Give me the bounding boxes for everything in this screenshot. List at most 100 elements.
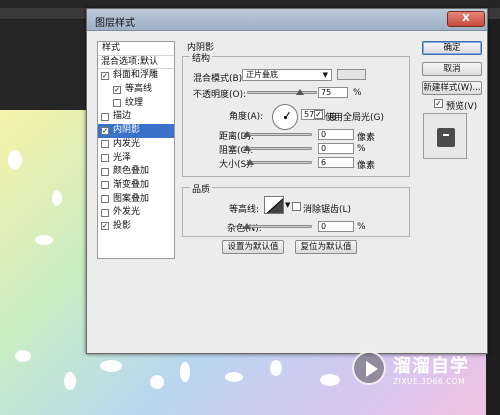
style-list-item[interactable]: 渐变叠加	[98, 179, 174, 193]
style-list-item[interactable]: ✓ 等高线	[98, 83, 174, 97]
opacity-label: 不透明度(O):	[193, 90, 247, 100]
layer-style-dialog: 图层样式 X 样式 混合选项:默认 ✓ 斜面和浮雕 ✓ 等高线 纹理 描边 ✓ 内阴影 内发光 光泽…	[86, 8, 488, 354]
contour-curve-icon	[266, 198, 283, 213]
angle-label: 角度(A):	[229, 112, 264, 122]
chevron-down-icon: ▼	[322, 71, 328, 79]
preview-highlight	[443, 134, 449, 136]
style-list-item[interactable]: ✓ 投影	[98, 220, 174, 234]
distance-slider-thumb[interactable]	[243, 131, 251, 137]
artwork-blob	[150, 375, 164, 389]
style-checkbox[interactable]	[101, 181, 109, 190]
style-list-item[interactable]: ✓ 斜面和浮雕	[98, 69, 174, 83]
style-list-label: 内发光	[113, 138, 141, 149]
style-list-label: 等高线	[125, 84, 153, 95]
noise-slider[interactable]	[247, 225, 312, 228]
preview-checkbox[interactable]: ✓	[434, 99, 443, 108]
style-checkbox[interactable]	[113, 99, 121, 108]
contour-label: 等高线:	[229, 205, 260, 215]
size-input[interactable]: 6	[318, 157, 354, 168]
ok-button[interactable]: 确定	[422, 41, 482, 55]
style-list-item[interactable]: 图案叠加	[98, 193, 174, 207]
style-checkbox[interactable]	[101, 112, 109, 121]
opacity-slider[interactable]	[247, 91, 317, 94]
reset-default-button[interactable]: 复位为默认值	[295, 240, 357, 254]
choke-input[interactable]: 0	[318, 143, 354, 154]
artwork-blob	[35, 235, 53, 245]
close-button[interactable]: X	[447, 11, 485, 27]
style-list-item[interactable]: 混合选项:默认	[98, 56, 174, 70]
artwork-blob	[64, 372, 76, 390]
style-checkbox[interactable]: ✓	[113, 85, 121, 94]
choke-slider[interactable]	[247, 147, 312, 150]
style-list-label: 外发光	[113, 207, 141, 218]
style-checkbox[interactable]	[101, 195, 109, 204]
noise-input[interactable]: 0	[318, 221, 354, 232]
noise-unit: %	[357, 222, 366, 232]
style-checkbox[interactable]	[101, 167, 109, 176]
style-list-item[interactable]: 颜色叠加	[98, 165, 174, 179]
style-checkbox[interactable]: ✓	[101, 126, 109, 135]
opacity-input[interactable]: 75	[318, 87, 348, 98]
cancel-button[interactable]: 取消	[422, 62, 482, 76]
new-style-button[interactable]: 新建样式(W)...	[422, 81, 482, 95]
style-list: 样式 混合选项:默认 ✓ 斜面和浮雕 ✓ 等高线 纹理 描边 ✓ 内阴影 内发光 光泽 颜色叠加 渐变叠…	[97, 41, 175, 259]
chevron-down-icon[interactable]: ▼	[285, 201, 290, 209]
quality-group	[182, 187, 410, 237]
style-list-item[interactable]: 光泽	[98, 152, 174, 166]
opacity-slider-thumb[interactable]	[295, 89, 304, 95]
style-list-item[interactable]: 描边	[98, 110, 174, 124]
global-light-checkbox[interactable]: ✓	[314, 110, 323, 119]
quality-title: 品质	[190, 182, 213, 195]
opacity-unit: %	[353, 88, 362, 98]
size-slider-thumb[interactable]	[246, 159, 254, 165]
distance-input[interactable]: 0	[318, 129, 354, 140]
style-list-item[interactable]: 内发光	[98, 138, 174, 152]
style-list-item[interactable]: 外发光	[98, 206, 174, 220]
artwork-blob	[100, 360, 122, 372]
scrollbar-track[interactable]	[486, 20, 500, 415]
antialias-checkbox[interactable]	[292, 202, 301, 211]
style-checkbox[interactable]	[101, 208, 109, 217]
make-default-button[interactable]: 设置为默认值	[222, 240, 284, 254]
choke-slider-thumb[interactable]	[243, 145, 251, 151]
noise-slider-thumb[interactable]	[243, 223, 251, 229]
preview-label: 预览(V)	[446, 102, 478, 112]
size-slider[interactable]	[247, 161, 312, 164]
shadow-color-swatch[interactable]	[337, 69, 366, 80]
global-light-label: 使用全局光(G)	[325, 113, 384, 123]
watermark-play-icon	[352, 351, 386, 385]
antialias-label: 消除锯齿(L)	[303, 205, 352, 215]
style-checkbox[interactable]: ✓	[101, 222, 109, 231]
angle-center	[284, 116, 287, 119]
style-list-header: 样式	[98, 42, 174, 56]
style-list-label: 投影	[113, 220, 132, 231]
style-checkbox[interactable]: ✓	[101, 71, 109, 80]
title-bar[interactable]: 图层样式 X	[87, 9, 487, 31]
blend-mode-select[interactable]: 正片叠底 ▼	[242, 69, 332, 81]
watermark-url: ZIXUE.3D66.COM	[393, 377, 466, 386]
artwork-blob	[225, 372, 243, 382]
style-list-label: 图案叠加	[113, 193, 150, 204]
style-list-label: 纹理	[125, 97, 144, 108]
style-preview-thumbnail	[423, 113, 467, 159]
style-list-label: 混合选项:默认	[101, 56, 159, 67]
style-list-item[interactable]: ✓ 内阴影	[98, 124, 174, 138]
artwork-blob	[8, 150, 22, 170]
artwork-blob	[52, 190, 62, 206]
style-list-label: 光泽	[113, 152, 132, 163]
angle-dial[interactable]	[272, 104, 298, 130]
contour-picker[interactable]	[264, 196, 284, 214]
distance-slider[interactable]	[247, 133, 312, 136]
style-list-label: 渐变叠加	[113, 179, 150, 190]
dialog-title: 图层样式	[95, 18, 135, 29]
artwork-blob	[180, 362, 190, 382]
watermark-name: 溜溜自学	[393, 356, 469, 377]
blend-mode-label: 混合模式(B):	[193, 74, 246, 84]
style-list-item[interactable]: 纹理	[98, 97, 174, 111]
style-checkbox[interactable]	[101, 154, 109, 162]
structure-title: 结构	[190, 51, 213, 64]
style-checkbox[interactable]	[101, 140, 109, 149]
style-list-label: 内阴影	[113, 125, 141, 136]
artwork-blob	[15, 350, 31, 362]
size-unit: 像素	[357, 161, 376, 171]
